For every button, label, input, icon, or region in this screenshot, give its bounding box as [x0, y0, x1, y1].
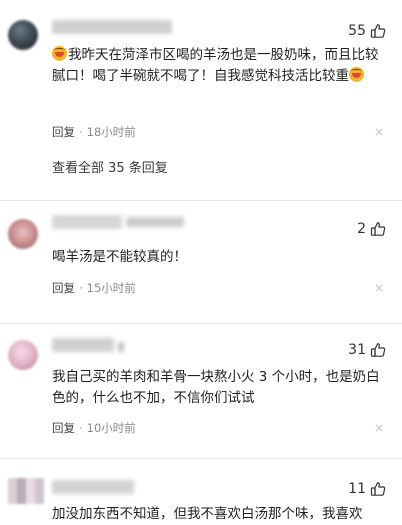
username-blurred[interactable]	[52, 480, 134, 494]
like-button[interactable]: 11	[348, 479, 386, 499]
username-suffix-blurred	[118, 342, 124, 352]
like-count: 55	[348, 23, 366, 39]
thumbs-up-icon	[370, 221, 386, 237]
comment-text: 喝羊汤是不能较真的！	[52, 249, 187, 265]
like-button[interactable]: 2	[357, 219, 386, 239]
meta-separator: ·	[79, 281, 83, 295]
like-count: 11	[348, 481, 366, 497]
like-button[interactable]: 55	[348, 21, 386, 41]
view-all-replies-link[interactable]: 查看全部 35 条回复	[52, 160, 168, 178]
username-blurred[interactable]	[52, 20, 172, 34]
reply-link[interactable]: 回复	[52, 420, 75, 436]
thumbs-up-icon	[370, 481, 386, 497]
divider	[0, 323, 402, 324]
comment-meta: 回复 · 18小时前	[52, 124, 136, 140]
avatar[interactable]	[8, 478, 44, 504]
comment-section: { "comments": [ { "likes": "55", "text_p…	[0, 0, 402, 524]
comment-meta: 回复 · 15小时前	[52, 280, 136, 296]
thumbs-up-icon	[370, 342, 386, 358]
avatar[interactable]	[8, 20, 38, 50]
like-count: 31	[348, 342, 366, 358]
comment-time: 18小时前	[86, 125, 136, 139]
close-icon[interactable]: ×	[374, 280, 384, 296]
comment-text: 我昨天在菏泽市区喝的羊汤也是一股奶味，而且比较腻口！喝了半碗就不喝了！自我感觉科…	[52, 45, 388, 87]
like-count: 2	[357, 221, 366, 237]
comment-meta: 回复 · 10小时前	[52, 420, 136, 436]
like-button[interactable]: 31	[348, 340, 386, 360]
comment-item: 31 我自己买的羊肉和羊骨一块熬小火 3 个小时，也是奶白色的，什么也不加，不信…	[0, 336, 402, 458]
avatar[interactable]	[8, 340, 38, 370]
reply-link[interactable]: 回复	[52, 124, 75, 140]
comment-time: 10小时前	[86, 421, 136, 435]
comment-time: 15小时前	[86, 281, 136, 295]
thumbs-up-icon	[370, 23, 386, 39]
comment-text: 我自己买的羊肉和羊骨一块熬小火 3 个小时，也是奶白色的，什么也不加，不信你们试…	[52, 369, 380, 406]
username-suffix-blurred	[126, 217, 184, 227]
avatar[interactable]	[8, 219, 38, 249]
close-icon[interactable]: ×	[374, 124, 384, 140]
username-blurred[interactable]	[52, 215, 122, 229]
crying-laughing-emoji-icon	[349, 67, 364, 82]
divider	[0, 200, 402, 201]
comment-item: 2 喝羊汤是不能较真的！ 回复 · 15小时前 ×	[0, 213, 402, 323]
meta-separator: ·	[79, 421, 83, 435]
username-blurred[interactable]	[52, 338, 114, 352]
comment-item: 11 加没加东西不知道，但我不喜欢白汤那个味，我喜欢	[0, 474, 402, 524]
divider	[0, 458, 402, 459]
comment-text-body: 我昨天在菏泽市区喝的羊汤也是一股奶味，而且比较腻口！喝了半碗就不喝了！自我感觉科…	[52, 47, 379, 84]
comment-text: 加没加东西不知道，但我不喜欢白汤那个味，我喜欢	[52, 506, 363, 522]
comment-item: 55 我昨天在菏泽市区喝的羊汤也是一股奶味，而且比较腻口！喝了半碗就不喝了！自我…	[0, 0, 402, 200]
close-icon[interactable]: ×	[374, 420, 384, 436]
reply-link[interactable]: 回复	[52, 280, 75, 296]
crying-laughing-emoji-icon	[52, 46, 67, 61]
meta-separator: ·	[79, 125, 83, 139]
